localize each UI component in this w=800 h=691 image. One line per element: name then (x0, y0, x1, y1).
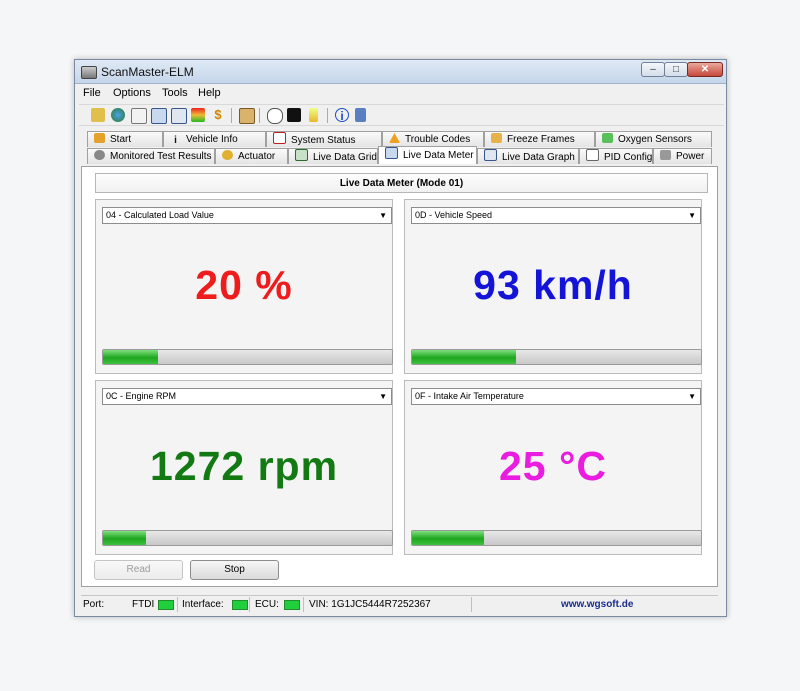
exit-icon[interactable] (355, 108, 366, 122)
info-icon[interactable]: i (335, 108, 349, 123)
info-icon: i (174, 135, 177, 146)
tab-trouble-codes[interactable]: Trouble Codes (382, 131, 484, 147)
menu-help[interactable]: Help (198, 87, 221, 99)
gauge-fill (412, 350, 517, 364)
meter-icon (385, 147, 398, 159)
wand-icon[interactable] (91, 108, 105, 122)
port-label: Port: (83, 599, 105, 610)
gauge-speed: 0D - Vehicle Speed ▼ 93 km/h (404, 199, 702, 374)
panel-header: Live Data Meter (Mode 01) (95, 173, 708, 193)
document-icon[interactable] (131, 108, 147, 124)
gauge-temperature: 0F - Intake Air Temperature ▼ 25 °C (404, 380, 702, 555)
status-separator (303, 597, 304, 612)
sensor-icon (602, 133, 613, 143)
tab-pid-config[interactable]: PID Config (579, 148, 653, 164)
vin-label: VIN: 1G1JC5444R7252367 (309, 599, 431, 610)
gauge-load: 04 - Calculated Load Value ▼ 20 % (95, 199, 393, 374)
pid-select-speed[interactable]: 0D - Vehicle Speed ▼ (411, 207, 701, 224)
minimize-button[interactable]: – (641, 62, 665, 77)
menu-options[interactable]: Options (113, 87, 151, 99)
ecu-label: ECU: (255, 599, 279, 610)
tab-live-data-graph[interactable]: Live Data Graph (477, 148, 579, 164)
tab-system-status[interactable]: System Status (266, 131, 382, 147)
tab-live-data-meter[interactable]: Live Data Meter (378, 146, 477, 164)
gauge-value-temperature: 25 °C (498, 443, 607, 489)
interface-status-led (232, 600, 248, 610)
app-icon (81, 66, 97, 79)
grid-icon (295, 149, 308, 161)
gauge-fill (412, 531, 485, 545)
gauge-fill (103, 531, 147, 545)
maximize-button[interactable]: □ (664, 62, 688, 77)
status-separator (471, 597, 472, 612)
menu-tools[interactable]: Tools (162, 87, 188, 99)
power-icon (660, 150, 671, 160)
pid-select-temperature[interactable]: 0F - Intake Air Temperature ▼ (411, 388, 701, 405)
website-link[interactable]: www.wgsoft.de (561, 599, 633, 610)
tab-start[interactable]: Start (87, 131, 163, 147)
toolbar-separator (259, 108, 260, 123)
tab-live-data-grid[interactable]: Live Data Grid (288, 148, 378, 164)
terminal-icon[interactable] (287, 108, 301, 122)
menu-file[interactable]: File (83, 87, 101, 99)
toolbar-separator (327, 108, 328, 123)
freeze-icon (491, 133, 502, 143)
tab-freeze-frames[interactable]: Freeze Frames (484, 131, 595, 147)
tab-power[interactable]: Power (653, 148, 712, 164)
ecu-status-led (284, 600, 300, 610)
graph-icon (484, 149, 497, 161)
read-button[interactable]: Read (94, 560, 183, 580)
globe-icon[interactable] (111, 108, 125, 122)
toolbar: $ i (79, 104, 724, 126)
menu-bar: File Options Tools Help (75, 84, 726, 103)
toolbar-separator (231, 108, 232, 123)
actuator-icon (222, 150, 233, 160)
traffic-light-icon[interactable] (191, 108, 205, 122)
stop-button[interactable]: Stop (190, 560, 279, 580)
gauge-bar-speed (411, 349, 702, 365)
gauge-bar-temperature (411, 530, 702, 546)
ftdi-label: FTDI (132, 599, 155, 610)
warning-icon (389, 133, 400, 143)
start-icon (94, 133, 105, 143)
app-window: ScanMaster-ELM – □ ✕ File Options Tools … (74, 59, 727, 617)
tab-vehicle-info[interactable]: i Vehicle Info (163, 131, 266, 147)
status-icon (273, 132, 286, 144)
dollar-icon[interactable]: $ (211, 108, 225, 122)
status-bar: Port: FTDI Interface: ECU: VIN: 1G1JC544… (81, 595, 718, 614)
tab-actuator[interactable]: Actuator (215, 148, 288, 164)
port-status-led (158, 600, 174, 610)
pid-select-rpm[interactable]: 0C - Engine RPM ▼ (102, 388, 392, 405)
gauge-value-rpm: 1272 rpm (149, 443, 339, 489)
tab-oxygen-sensors[interactable]: Oxygen Sensors (595, 131, 712, 147)
tab-monitored-test-results[interactable]: Monitored Test Results (87, 148, 215, 164)
gauge-bar-load (102, 349, 393, 365)
title-bar: ScanMaster-ELM – □ ✕ (75, 60, 726, 84)
battery-icon[interactable] (309, 108, 318, 122)
gauge-value-speed: 93 km/h (473, 262, 633, 308)
clipboard-icon[interactable] (239, 108, 255, 124)
pid-select-load[interactable]: 04 - Calculated Load Value ▼ (102, 207, 392, 224)
close-button[interactable]: ✕ (687, 62, 723, 77)
gauge-bar-rpm (102, 530, 393, 546)
chart-icon[interactable] (171, 108, 187, 124)
status-separator (177, 597, 178, 612)
gauge-rpm: 0C - Engine RPM ▼ 1272 rpm (95, 380, 393, 555)
status-separator (249, 597, 250, 612)
config-icon (586, 149, 599, 161)
gauge-fill (103, 350, 158, 364)
gear-icon (94, 150, 105, 160)
chevron-down-icon: ▼ (688, 211, 696, 220)
speech-bubble-icon[interactable] (267, 108, 283, 124)
interface-label: Interface: (182, 599, 224, 610)
chevron-down-icon: ▼ (379, 392, 387, 401)
grid-icon[interactable] (151, 108, 167, 124)
chevron-down-icon: ▼ (688, 392, 696, 401)
tab-panel: Live Data Meter (Mode 01) 04 - Calculate… (81, 166, 718, 587)
chevron-down-icon: ▼ (379, 211, 387, 220)
window-title: ScanMaster-ELM (101, 65, 194, 79)
gauge-value-load: 20 % (195, 262, 293, 308)
